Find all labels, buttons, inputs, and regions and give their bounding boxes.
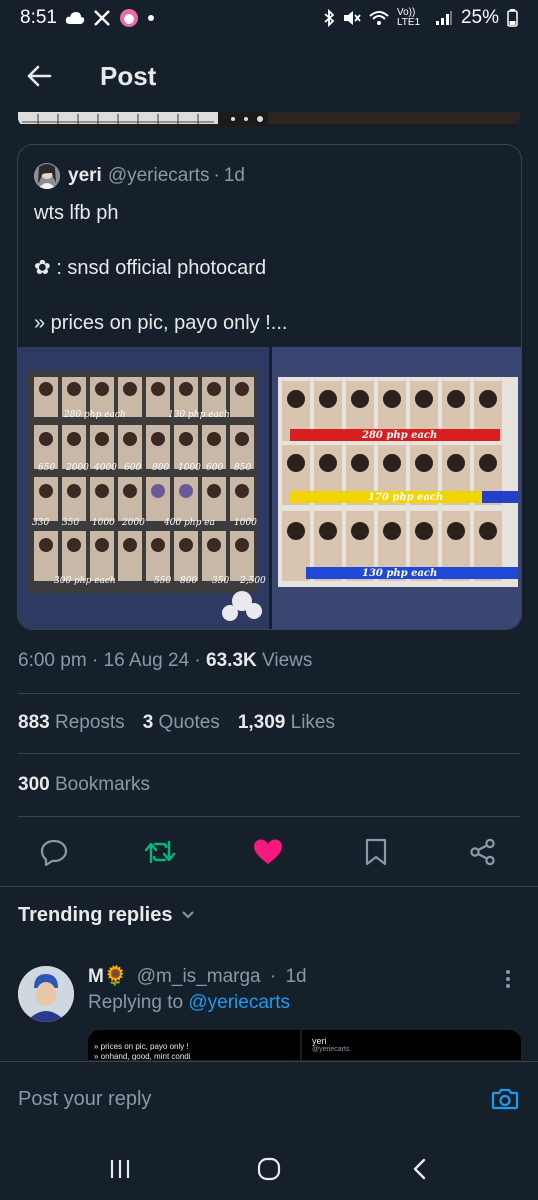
svg-text:2,500: 2,500 <box>239 576 266 586</box>
battery-percent: 25% <box>460 7 499 28</box>
camera-icon[interactable] <box>490 1084 520 1114</box>
svg-text:1000: 1000 <box>234 518 257 528</box>
post-date: 16 Aug 24 <box>103 650 190 671</box>
image-price-label: 130 php each <box>168 410 230 420</box>
preview-text: » prices on pic, payo only ! » onhand, g… <box>94 1042 191 1060</box>
svg-text:600: 600 <box>124 463 141 473</box>
post-stats: 883 Reposts 3 Quotes 1,309 Likes <box>18 712 335 734</box>
bookmarks-stat[interactable]: 300 Bookmarks <box>18 774 150 796</box>
bookmark-icon[interactable] <box>360 836 392 868</box>
arrow-left-icon[interactable] <box>22 59 56 93</box>
like-icon[interactable] <box>252 836 284 868</box>
reply-time: 1d <box>285 966 307 987</box>
app-icon <box>119 8 139 28</box>
top-app-bar: Post <box>0 36 538 116</box>
quoted-author-name: yeri <box>68 165 102 186</box>
divider <box>18 753 520 754</box>
divider <box>0 886 538 887</box>
page-title: Post <box>100 60 157 91</box>
system-nav-bar <box>0 1137 538 1200</box>
clock: 8:51 <box>20 7 57 28</box>
recents-icon[interactable] <box>104 1153 136 1185</box>
svg-text:4000: 4000 <box>93 463 117 473</box>
quotes-stat[interactable]: 3 Quotes <box>143 712 220 734</box>
avatar[interactable] <box>18 966 74 1022</box>
reply-input[interactable]: Post your reply <box>18 1088 151 1111</box>
views-label[interactable]: Views <box>262 650 312 671</box>
quoted-line: ✿ : snsd official photocard <box>34 257 267 279</box>
reply-icon[interactable] <box>38 836 70 868</box>
svg-text:330: 330 <box>32 518 49 528</box>
preview-quote: yeri @yeriecarts <box>300 1030 521 1060</box>
mute-icon <box>343 10 361 26</box>
svg-text:850: 850 <box>234 463 251 473</box>
svg-text:550: 550 <box>154 576 171 586</box>
reply-author-name[interactable]: M🌻 <box>88 966 127 987</box>
svg-text:350: 350 <box>62 518 79 528</box>
image-price-label: 280 php each <box>361 430 437 441</box>
more-options-icon[interactable] <box>498 966 518 992</box>
image-price-label: 280 php each <box>63 410 126 420</box>
reply-header: M🌻 @m_is_marga · 1d <box>88 964 307 988</box>
separator: · <box>269 966 277 987</box>
svg-text:400 php ea: 400 php ea <box>163 518 215 528</box>
separator: · <box>213 165 220 186</box>
home-icon[interactable] <box>253 1153 285 1185</box>
quoted-post[interactable]: yeri @yeriecarts · 1d wts lfb ph ✿ : sns… <box>17 144 522 630</box>
previous-media-strip[interactable] <box>18 112 520 126</box>
svg-text:1000: 1000 <box>178 463 201 473</box>
svg-text:2000: 2000 <box>65 463 89 473</box>
reply-author-handle[interactable]: @m_is_marga <box>137 966 261 987</box>
likes-stat[interactable]: 1,309 Likes <box>238 712 335 734</box>
status-bar: 8:51 Vo)) LTE1 25% <box>0 0 538 36</box>
post-time: 6:00 pm <box>18 650 87 671</box>
quoted-media: 280 php each 130 php each 650 2000 4000 … <box>18 347 521 629</box>
quoted-line: » prices on pic, payo only !... <box>34 312 288 334</box>
photocard-image-right[interactable]: 280 php each 170 php each 130 php each <box>272 347 521 629</box>
battery-icon <box>507 9 518 27</box>
repost-icon[interactable] <box>144 836 176 868</box>
cloud-icon <box>65 11 85 25</box>
trending-label: Trending replies <box>18 904 173 926</box>
svg-text:800: 800 <box>180 576 197 586</box>
svg-text:1000: 1000 <box>92 518 115 528</box>
reply-composer[interactable]: Post your reply <box>0 1061 538 1137</box>
reposts-stat[interactable]: 883 Reposts <box>18 712 125 734</box>
views-count: 63.3K <box>206 650 257 671</box>
divider <box>18 693 520 694</box>
reply-media-preview[interactable]: » prices on pic, payo only ! » onhand, g… <box>88 1030 521 1060</box>
divider <box>18 816 520 817</box>
quoted-post-header: yeri @yeriecarts · 1d <box>34 163 245 189</box>
back-icon[interactable] <box>404 1153 436 1185</box>
svg-text:2000: 2000 <box>121 518 145 528</box>
svg-text:800: 800 <box>152 463 169 473</box>
replying-to: Replying to @yeriecarts <box>88 992 290 1013</box>
reply-post[interactable]: M🌻 @m_is_marga · 1d Replying to @yerieca… <box>16 964 522 1060</box>
chevron-down-icon <box>180 904 196 927</box>
post-meta: 6:00 pm · 16 Aug 24 · 63.3K Views <box>18 650 313 671</box>
quoted-time: 1d <box>223 165 245 186</box>
trending-replies-dropdown[interactable]: Trending replies <box>18 904 196 927</box>
quoted-line: wts lfb ph <box>34 202 119 224</box>
svg-text:650: 650 <box>38 463 55 473</box>
image-price-label: 130 php each <box>362 568 437 579</box>
svg-text:600: 600 <box>206 463 223 473</box>
quoted-post-text: wts lfb ph ✿ : snsd official photocard »… <box>34 199 287 364</box>
svg-text:350: 350 <box>212 576 229 586</box>
x-logo-icon <box>93 9 111 27</box>
network-label: Vo)) LTE1 <box>396 7 421 28</box>
share-icon[interactable] <box>467 836 499 868</box>
quoted-author-handle: @yeriecarts <box>107 165 210 186</box>
signal-icon <box>435 10 453 26</box>
bluetooth-icon <box>323 9 335 27</box>
dot-icon <box>147 14 155 22</box>
replying-to-link[interactable]: @yeriecarts <box>188 992 290 1013</box>
image-price-label: 170 php each <box>368 492 443 503</box>
wifi-icon <box>369 10 389 26</box>
photocard-image-left[interactable]: 280 php each 130 php each 650 2000 4000 … <box>18 347 269 629</box>
post-actions <box>0 830 538 874</box>
svg-text:300 php each: 300 php each <box>54 576 116 586</box>
avatar <box>34 163 60 189</box>
